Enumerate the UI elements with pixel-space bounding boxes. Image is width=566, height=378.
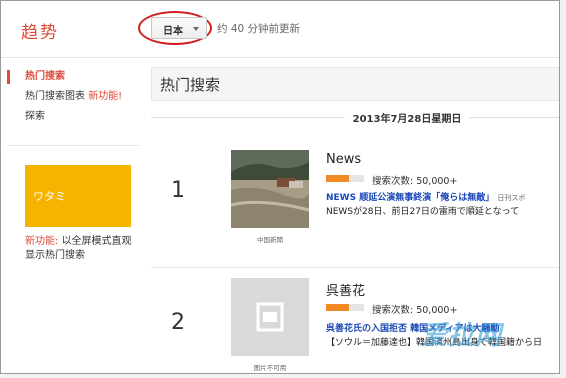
sidebar-item-label: 热门搜索 xyxy=(25,71,65,82)
trend-title[interactable]: News xyxy=(326,152,361,167)
watermark-logo: 爱拉网 xyxy=(421,321,503,351)
region-dropdown[interactable]: 日本 xyxy=(151,17,207,39)
sidebar-item-explore[interactable]: 探索 xyxy=(1,107,141,127)
chevron-down-icon xyxy=(193,27,199,31)
trend-row[interactable]: 2 图片不可用 呉善花 搜索次数: 50,000+ 呉善花氏の入国拒否 韓国メデ… xyxy=(151,267,559,372)
image-caption: 图片不可用 xyxy=(253,364,287,372)
section-header: 热门搜索 xyxy=(151,67,559,101)
promo-tile[interactable]: ワタミ xyxy=(25,165,131,227)
sidebar-item-label: 热门搜索图表 xyxy=(25,91,85,102)
search-count: 搜索次数: 50,000+ xyxy=(372,305,458,316)
image-placeholder-icon xyxy=(256,302,284,332)
promo-text: ワタミ xyxy=(33,190,66,203)
new-feature-tag: 新功能! xyxy=(88,91,123,102)
popularity-bar xyxy=(326,175,364,182)
brand-title[interactable]: 趋势 xyxy=(21,18,59,43)
sidebar-item-label: 探索 xyxy=(25,111,45,122)
popularity-bar-fill xyxy=(326,175,349,182)
news-headline-link[interactable]: NEWS 顺延公演無事終演「俺らは無敵」 日刊スポ xyxy=(326,190,559,203)
trend-rank: 1 xyxy=(171,178,185,203)
news-snippet: NEWSが28日、前日27日の雷雨で順延となって xyxy=(326,207,520,217)
sidebar: 热门搜索 热门搜索图表 新功能! 探索 xyxy=(1,67,141,127)
sidebar-divider xyxy=(7,145,139,146)
top-bar: 趋势 日本 约 40 分钟前更新 xyxy=(1,1,559,58)
section-title: 热门搜索 xyxy=(160,76,221,94)
popularity-bar-fill xyxy=(326,304,349,311)
date-label: 2013年7月28日星期日 xyxy=(344,110,470,125)
trends-window: 趋势 日本 约 40 分钟前更新 热门搜索 热门搜索图表 新功能! 探索 ワタミ… xyxy=(0,0,560,374)
news-headline: NEWS 顺延公演無事終演「俺らは無敵」 xyxy=(326,193,495,203)
popularity-bar xyxy=(326,304,364,311)
trend-title[interactable]: 呉善花 xyxy=(326,280,365,299)
image-caption: 中国新聞 xyxy=(257,236,283,244)
update-status: 约 40 分钟前更新 xyxy=(217,23,301,35)
search-count: 搜索次数: 50,000+ xyxy=(372,176,458,187)
news-source: 日刊スポ xyxy=(497,194,526,202)
trend-thumbnail[interactable] xyxy=(231,278,309,356)
flood-photo xyxy=(231,150,309,228)
sidebar-item-hot-search-charts[interactable]: 热门搜索图表 新功能! xyxy=(1,87,141,107)
sidebar-item-hot-searches[interactable]: 热门搜索 xyxy=(1,67,141,87)
region-value: 日本 xyxy=(163,26,183,37)
new-feature-tag: 新功能: xyxy=(25,236,59,247)
trend-thumbnail[interactable] xyxy=(231,150,309,228)
trend-rank: 2 xyxy=(171,310,185,335)
new-feature-note[interactable]: 新功能: 以全屏模式直观显示热门搜索 xyxy=(25,235,137,263)
